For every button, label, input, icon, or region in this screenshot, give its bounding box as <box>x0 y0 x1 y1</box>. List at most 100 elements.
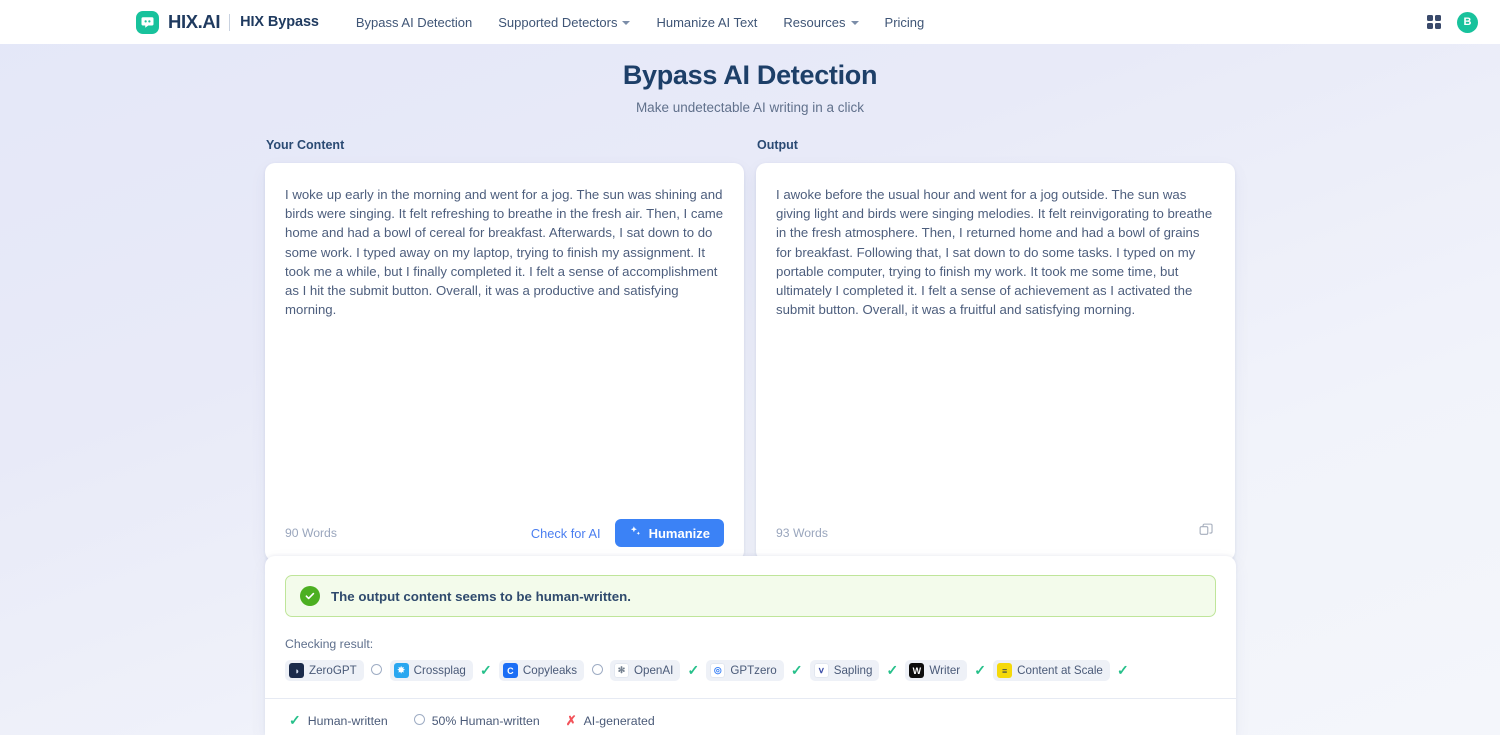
detector-chip: ≡ Content at Scale <box>993 660 1110 681</box>
detector-list: ◑ ZeroGPT ✸ Crossplag ✓ C Copyleaks ✻ OpenAI ✓ ◎ GP… <box>285 660 1216 681</box>
detector-name: Writer <box>929 664 961 677</box>
humanize-button-label: Humanize <box>648 525 710 541</box>
detector-status-pass-icon: ✓ <box>480 661 492 678</box>
output-text: I awoke before the usual hour and went f… <box>776 187 1213 318</box>
detector-chip: ✻ OpenAI <box>610 660 681 681</box>
output-card-footer: 93 Words <box>774 509 1217 561</box>
input-word-count: 90 Words <box>285 526 337 540</box>
circle-icon <box>413 713 425 728</box>
detector-name: Copyleaks <box>522 664 578 677</box>
detector-name: OpenAI <box>634 664 674 677</box>
legend-label: Human-written <box>307 713 388 728</box>
detector-status-pass-icon: ✓ <box>790 661 803 678</box>
result-banner: The output content seems to be human-wri… <box>285 575 1216 617</box>
detector-chip: ◎ GPTzero <box>706 660 784 681</box>
detector-status-partial-icon <box>364 662 390 680</box>
detector-name: ZeroGPT <box>309 664 357 677</box>
nav-label: Bypass AI Detection <box>355 14 473 30</box>
product-name: HIX Bypass <box>240 14 319 30</box>
detector-item: ◎ GPTzero ✓ <box>706 660 809 681</box>
output-panel-label: Output <box>757 138 798 152</box>
detector-status-pass-icon: ✓ <box>886 661 899 678</box>
nav-item-humanize-ai-text[interactable]: Humanize AI Text <box>656 15 757 30</box>
detector-status-pass-icon: ✓ <box>687 661 700 678</box>
detector-chip: C Copyleaks <box>498 660 585 681</box>
detector-chip: ⅴ Sapling <box>809 660 880 681</box>
detector-status-partial-icon <box>584 662 610 680</box>
grid-apps-icon[interactable] <box>1426 14 1441 30</box>
brand-divider <box>229 13 231 31</box>
output-word-count: 93 Words <box>776 526 828 540</box>
detector-logo-icon: ⅴ <box>813 663 829 678</box>
output-panel: Output I awoke before the usual hour and… <box>756 138 1235 561</box>
check-icon: ✓ <box>289 712 301 728</box>
nav-item-supported-detectors[interactable]: Supported Detectors <box>498 14 631 30</box>
detector-item: W Writer ✓ <box>905 660 993 681</box>
detector-logo-icon: ◎ <box>710 663 726 678</box>
detector-name: GPTzero <box>730 664 777 677</box>
detector-chip: W Writer <box>905 660 968 681</box>
detector-item: C Copyleaks <box>498 660 610 681</box>
legend: ✓ Human-written 50% Human-written ✗ AI-gener… <box>285 713 1216 728</box>
detector-logo-icon: ✻ <box>614 663 630 678</box>
detector-item: ≡ Content at Scale ✓ <box>993 660 1136 681</box>
legend-label: 50% Human-written <box>431 713 540 728</box>
nav-label: Humanize AI Text <box>656 14 758 30</box>
detector-item: ⅴ Sapling ✓ <box>809 660 906 681</box>
legend-item: 50% Human-written <box>413 713 540 728</box>
detector-chip: ✸ Crossplag <box>389 660 473 681</box>
detector-status-pass-icon: ✓ <box>1116 661 1129 678</box>
logo-text: HIX.AI <box>168 11 221 32</box>
nav-item-pricing[interactable]: Pricing <box>885 15 925 30</box>
detector-name: Sapling <box>833 664 873 677</box>
chat-bubble-icon <box>136 10 159 34</box>
nav-item-resources[interactable]: Resources <box>783 14 859 30</box>
avatar[interactable]: B <box>1457 11 1478 33</box>
detector-logo-icon: C <box>502 663 518 678</box>
humanize-button[interactable]: Humanize <box>614 519 724 547</box>
detection-result-card: The output content seems to be human-wri… <box>265 556 1236 735</box>
chevron-down-icon <box>622 21 631 25</box>
nav-label: Supported Detectors <box>498 14 618 30</box>
page-header: Bypass AI Detection Make undetectable AI… <box>0 44 1500 115</box>
detector-logo-icon: W <box>909 663 925 678</box>
content-input[interactable]: I woke up early in the morning and went … <box>283 185 726 509</box>
detector-name: Content at Scale <box>1017 664 1103 677</box>
detector-name: Crossplag <box>413 664 466 677</box>
divider <box>265 698 1236 699</box>
cross-icon: ✗ <box>565 712 577 728</box>
editor-panels: Your Content I woke up early in the morn… <box>0 138 1500 561</box>
detector-status-pass-icon: ✓ <box>974 661 986 678</box>
top-bar-actions: B <box>1426 11 1478 33</box>
check-circle-icon <box>300 586 320 606</box>
legend-label: AI-generated <box>583 713 655 728</box>
input-panel-label: Your Content <box>266 138 345 152</box>
detector-item: ✸ Crossplag ✓ <box>389 660 499 681</box>
detector-logo-icon: ◑ <box>289 663 304 678</box>
input-panel: Your Content I woke up early in the morn… <box>265 138 744 561</box>
top-navigation-bar: HIX.AI HIX Bypass Bypass AI Detection Su… <box>0 0 1500 44</box>
input-card-footer: 90 Words Check for AI Humanize <box>283 509 726 561</box>
checking-result-label: Checking result: <box>285 637 374 651</box>
check-for-ai-link[interactable]: Check for AI <box>531 526 601 541</box>
sparkle-icon <box>629 525 642 541</box>
nav-label: Pricing <box>884 14 925 30</box>
result-banner-text: The output content seems to be human-wri… <box>331 588 631 604</box>
legend-item: ✓ Human-written <box>289 713 388 728</box>
page-subtitle: Make undetectable AI writing in a click <box>635 100 865 115</box>
copy-icon[interactable] <box>1198 522 1215 544</box>
detector-logo-icon: ≡ <box>997 663 1013 678</box>
nav-label: Resources <box>783 14 846 30</box>
chevron-down-icon <box>850 21 859 25</box>
detector-chip: ◑ ZeroGPT <box>285 660 364 681</box>
output-card: I awoke before the usual hour and went f… <box>756 163 1235 561</box>
detector-logo-icon: ✸ <box>393 663 409 678</box>
detector-item: ✻ OpenAI ✓ <box>610 660 706 681</box>
brand-logo[interactable]: HIX.AI <box>136 10 221 34</box>
nav-item-bypass-ai-detection[interactable]: Bypass AI Detection <box>356 15 472 30</box>
main-nav: Bypass AI Detection Supported Detectors … <box>356 15 924 30</box>
page-title: Bypass AI Detection <box>622 60 878 90</box>
legend-item: ✗ AI-generated <box>566 714 655 728</box>
input-card: I woke up early in the morning and went … <box>265 163 744 561</box>
detector-item: ◑ ZeroGPT <box>285 660 390 681</box>
